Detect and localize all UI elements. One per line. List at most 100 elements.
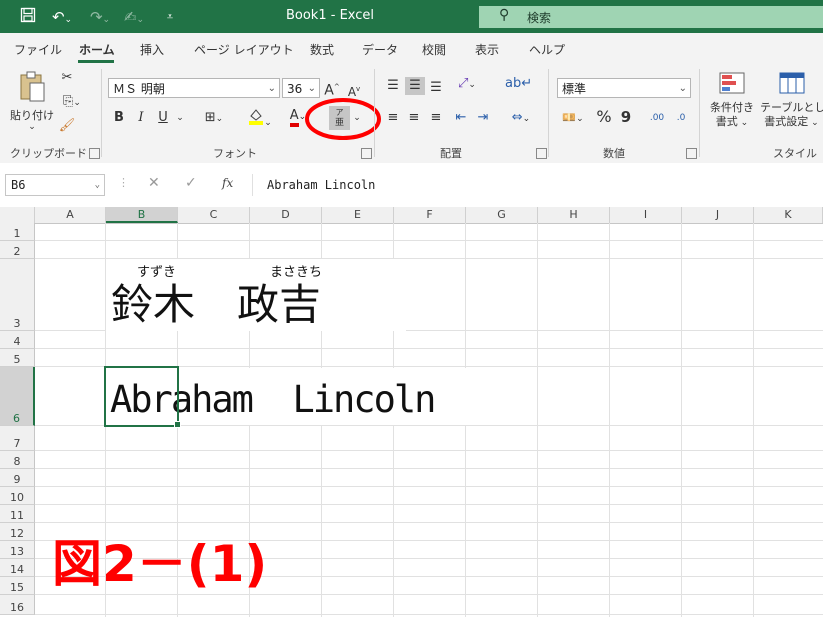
increase-decimal-button[interactable]: .00 [646,109,668,127]
paste-label: 貼り付け [10,109,54,122]
underline-button[interactable]: U [156,109,170,127]
grid-line [537,223,538,617]
orientation-icon[interactable]: ⤢⌄ [452,75,482,94]
tab-review[interactable]: 校閲 [422,41,446,58]
align-right-icon[interactable]: ≡ [427,109,445,127]
accounting-format-icon[interactable]: 💴⌄ [558,109,588,128]
font-launcher-icon[interactable] [361,148,372,159]
alignment-launcher-icon[interactable] [536,148,547,159]
row-header[interactable]: 14 [0,559,35,577]
grid-line [35,594,823,595]
align-bottom-icon[interactable]: ☰ [427,79,445,97]
save-icon[interactable] [18,7,38,27]
column-header[interactable]: C [178,207,250,223]
row-header[interactable]: 8 [0,451,35,469]
borders-icon[interactable]: ⊞⌄ [200,109,228,128]
furigana-masakichi: まさきち [270,265,323,280]
column-header[interactable]: A [35,207,106,223]
row-header[interactable]: 11 [0,505,35,523]
align-center-icon[interactable]: ≡ [405,109,423,127]
group-separator [101,69,102,157]
tab-file[interactable]: ファイル [14,41,62,58]
row-header[interactable]: 13 [0,541,35,559]
formula-bar: B6 ⌄ ⋮ ✕ ✓ fx Abraham Lincoln [0,163,823,208]
clipboard-launcher-icon[interactable] [89,148,100,159]
tab-insert[interactable]: 挿入 [140,41,164,58]
alignment-group-label: 配置 [440,147,462,160]
redo-icon[interactable]: ↷⌄ [86,7,114,27]
grid-line [35,486,823,487]
grid-line [681,223,682,617]
paste-button[interactable]: 貼り付け ⌄ [10,71,54,132]
chevron-down-icon[interactable]: ⌄ [174,109,186,127]
comma-style-button[interactable]: 9 [618,108,634,126]
fill-handle[interactable] [174,421,181,428]
formula-input[interactable]: Abraham Lincoln [252,174,823,196]
insert-function-icon[interactable]: fx [222,176,233,190]
conditional-formatting-button[interactable]: 条件付き 書式 ⌄ [707,71,757,130]
column-header[interactable]: E [322,207,394,223]
row-header[interactable]: 16 [0,595,35,615]
bold-button[interactable]: B [112,109,126,127]
column-header[interactable]: J [682,207,754,223]
row-header[interactable]: 3 [0,259,35,331]
row-header[interactable]: 6 [0,367,35,426]
row-header[interactable]: 1 [0,223,35,241]
column-header[interactable]: F [394,207,466,223]
format-painter-brush-icon[interactable]: 🖌 [58,117,76,135]
grid-line [35,614,823,615]
row-header[interactable]: 4 [0,331,35,349]
column-header[interactable]: I [610,207,682,223]
name-box[interactable]: B6 ⌄ [5,174,105,196]
number-format-combo[interactable]: 標準 ⌄ [557,78,691,98]
tab-formulas[interactable]: 数式 [310,41,334,58]
align-left-icon[interactable]: ≡ [384,109,402,127]
decrease-decimal-button[interactable]: .0 [670,109,692,127]
align-middle-icon[interactable]: ☰ [405,77,425,95]
row-header[interactable]: 2 [0,241,35,259]
cut-icon[interactable]: ✂ [58,69,76,87]
column-header[interactable]: D [250,207,322,223]
group-separator [374,69,375,157]
customize-toolbar-icon[interactable]: ⩡ [160,7,180,27]
column-header[interactable]: B [106,207,178,223]
format-painter-icon[interactable]: ✍⌄ [120,7,148,27]
font-name-combo[interactable]: ＭＳ 明朝 ⌄ [108,78,280,98]
tab-page-layout[interactable]: ページ レイアウト [194,41,294,58]
enter-icon[interactable]: ✓ [185,175,197,191]
grid-line [609,223,610,617]
number-launcher-icon[interactable] [686,148,697,159]
merge-center-icon[interactable]: ⇔⌄ [505,109,537,128]
active-cell-border [104,366,179,427]
tab-data[interactable]: データ [362,41,398,58]
increase-indent-icon[interactable]: ⇥ [474,109,492,127]
tab-view[interactable]: 表示 [475,41,499,58]
row-header[interactable]: 7 [0,426,35,451]
decrease-indent-icon[interactable]: ⇤ [452,109,470,127]
cancel-icon[interactable]: ✕ [148,175,160,191]
font-group-label: フォント [213,147,257,160]
row-header[interactable]: 15 [0,577,35,595]
styles-group-label: スタイル [773,147,817,160]
format-as-table-button[interactable]: テーブルとして 書式設定 ⌄ [760,71,823,130]
row-header[interactable]: 5 [0,349,35,367]
figure-label: 図2－(1) [52,535,268,593]
font-name-value: ＭＳ 明朝 [113,82,165,96]
row-header[interactable]: 9 [0,469,35,487]
row-header[interactable]: 12 [0,523,35,541]
align-top-icon[interactable]: ☰ [384,77,402,95]
row-header[interactable]: 10 [0,487,35,505]
copy-icon[interactable]: ⎘⌄ [58,93,86,112]
italic-button[interactable]: I [134,109,148,127]
search-box[interactable]: ⚲ 検索 [479,6,823,28]
column-header[interactable]: H [538,207,610,223]
percent-button[interactable]: % [595,108,613,126]
tab-help[interactable]: ヘルプ [529,41,565,58]
tab-home[interactable]: ホーム [79,41,115,58]
column-header[interactable]: G [466,207,538,223]
wrap-text-icon[interactable]: ab↵ [505,75,532,93]
undo-icon[interactable]: ↶⌄ [48,7,76,27]
fill-color-icon[interactable]: ⌄ [246,107,274,132]
column-header[interactable]: K [754,207,823,223]
select-all-corner[interactable] [0,207,35,223]
